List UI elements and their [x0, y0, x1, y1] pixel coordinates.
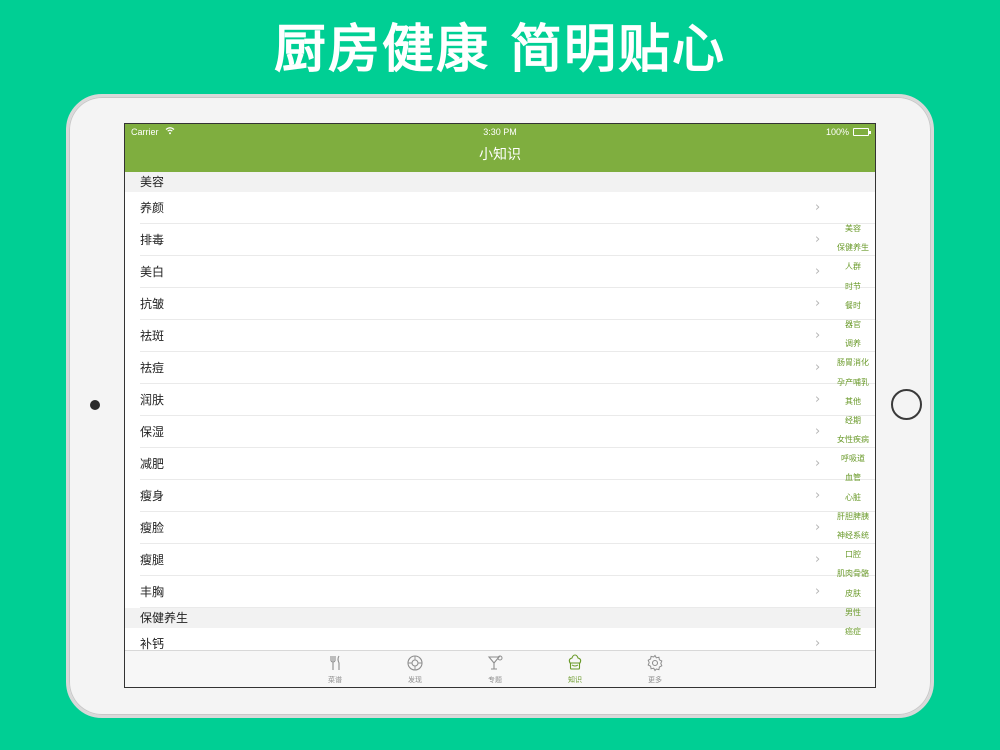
chevron-right-icon: ›	[815, 200, 821, 215]
list-item[interactable]: 保湿 ›	[125, 416, 875, 448]
gear-icon	[646, 654, 664, 672]
list-item-label: 补钙	[140, 637, 165, 650]
chevron-right-icon: ›	[815, 488, 821, 503]
tab-label: 更多	[648, 676, 662, 684]
list-item[interactable]: 抗皱 ›	[125, 288, 875, 320]
index-entry[interactable]: 孕产哺乳	[831, 373, 875, 392]
list-item-label: 保湿	[140, 425, 165, 439]
list-item-label: 美白	[140, 265, 165, 279]
chevron-right-icon: ›	[815, 584, 821, 599]
tab-label: 菜谱	[328, 676, 342, 684]
index-entry[interactable]: 餐时	[831, 296, 875, 315]
chevron-right-icon: ›	[815, 636, 821, 650]
list-item-label: 祛痘	[140, 361, 165, 375]
list-item-label: 瘦腿	[140, 553, 165, 567]
index-entry[interactable]: 神经系统	[831, 526, 875, 545]
list-item[interactable]: 排毒 ›	[125, 224, 875, 256]
index-entry[interactable]: 呼吸道	[831, 449, 875, 468]
index-entry[interactable]: 肝胆脾胰	[831, 507, 875, 526]
list-item[interactable]: 瘦脸 ›	[125, 512, 875, 544]
list-item-label: 瘦脸	[140, 521, 165, 535]
index-entry[interactable]: 肠胃消化	[831, 353, 875, 372]
cocktail-icon	[486, 654, 504, 672]
section-index-bar[interactable]: 美容 保健养生 人群 时节 餐时 器官 调养 肠胃消化 孕产哺乳 其他 经期 女性疾病 呼吸道 血管 心脏肝…	[831, 219, 875, 641]
list-item-label: 排毒	[140, 233, 165, 247]
tab-label: 知识	[568, 676, 582, 684]
list-item[interactable]: 祛斑 ›	[125, 320, 875, 352]
tab-bar: 菜谱 发现 专题 知识 更多	[125, 650, 875, 687]
list-item[interactable]: 养颜 ›	[125, 192, 875, 224]
index-entry[interactable]: 血管	[831, 468, 875, 487]
index-entry[interactable]: 美容	[831, 219, 875, 238]
headline: 厨房健康 简明贴心	[273, 20, 727, 80]
knowledge-list[interactable]: 美容 养颜 › 排毒 › 美白 › 抗皱 › 祛斑 › 祛痘 › 润肤 › 保湿 › 减肥 › 瘦身 › 瘦脸 › 瘦腿 › 丰胸…	[125, 172, 875, 650]
tab-2[interactable]: 专题	[465, 651, 525, 687]
index-entry[interactable]: 其他	[831, 392, 875, 411]
list-item[interactable]: 瘦身 ›	[125, 480, 875, 512]
tab-label: 发现	[408, 676, 422, 684]
list-item-label: 减肥	[140, 457, 165, 471]
fork-knife-icon	[326, 654, 344, 672]
index-entry[interactable]: 保健养生	[831, 238, 875, 257]
list-item-label: 丰胸	[140, 585, 165, 599]
chevron-right-icon: ›	[815, 264, 821, 279]
chevron-right-icon: ›	[815, 360, 821, 375]
index-entry[interactable]: 心脏	[831, 488, 875, 507]
list-item-label: 祛斑	[140, 329, 165, 343]
tab-1[interactable]: 发现	[385, 651, 445, 687]
list-item[interactable]: 润肤 ›	[125, 384, 875, 416]
chevron-right-icon: ›	[815, 424, 821, 439]
tab-label: 专题	[488, 676, 502, 684]
index-entry[interactable]: 癌症	[831, 622, 875, 641]
list-item[interactable]: 瘦腿 ›	[125, 544, 875, 576]
index-entry[interactable]: 肌肉骨骼	[831, 564, 875, 583]
list-item[interactable]: 祛痘 ›	[125, 352, 875, 384]
list-item-label: 抗皱	[140, 297, 165, 311]
tab-3[interactable]: 知识	[545, 651, 605, 687]
tab-0[interactable]: 菜谱	[305, 651, 365, 687]
chevron-right-icon: ›	[815, 328, 821, 343]
section-header: 美容	[125, 172, 875, 192]
index-entry[interactable]: 男性	[831, 603, 875, 622]
list-item[interactable]: 美白 ›	[125, 256, 875, 288]
index-entry[interactable]: 女性疾病	[831, 430, 875, 449]
camera-dot	[90, 400, 100, 410]
chevron-right-icon: ›	[815, 552, 821, 567]
index-entry[interactable]: 人群	[831, 257, 875, 276]
index-entry[interactable]: 时节	[831, 277, 875, 296]
nav-bar: 小知识	[125, 141, 875, 172]
list-item-label: 润肤	[140, 393, 165, 407]
list-item-label: 瘦身	[140, 489, 165, 503]
index-entry[interactable]: 经期	[831, 411, 875, 430]
chevron-right-icon: ›	[815, 296, 821, 311]
chevron-right-icon: ›	[815, 520, 821, 535]
list-item[interactable]: 补钙 ›	[125, 628, 875, 650]
list-item[interactable]: 减肥 ›	[125, 448, 875, 480]
home-button[interactable]	[891, 389, 922, 420]
chevron-right-icon: ›	[815, 392, 821, 407]
chevron-right-icon: ›	[815, 456, 821, 471]
index-entry[interactable]: 调养	[831, 334, 875, 353]
clock: 3:30 PM	[483, 127, 517, 137]
index-entry[interactable]: 器官	[831, 315, 875, 334]
section-header: 保健养生	[125, 608, 875, 628]
battery-icon	[853, 128, 871, 136]
discover-icon	[406, 654, 424, 672]
list-item-label: 养颜	[140, 201, 165, 215]
list-item[interactable]: 丰胸 ›	[125, 576, 875, 608]
app-screen: Carrier 3:30 PM 100% 小知识 美容 养颜 › 排毒 › 美白 › 抗皱 › 祛…	[124, 123, 876, 688]
tab-4[interactable]: 更多	[625, 651, 685, 687]
chef-hat-icon	[566, 654, 584, 672]
status-bar: Carrier 3:30 PM 100%	[125, 124, 875, 141]
index-entry[interactable]: 口腔	[831, 545, 875, 564]
battery-percent: 100%	[825, 127, 849, 137]
chevron-right-icon: ›	[815, 232, 821, 247]
nav-title: 小知识	[479, 147, 521, 163]
index-entry[interactable]: 皮肤	[831, 584, 875, 603]
